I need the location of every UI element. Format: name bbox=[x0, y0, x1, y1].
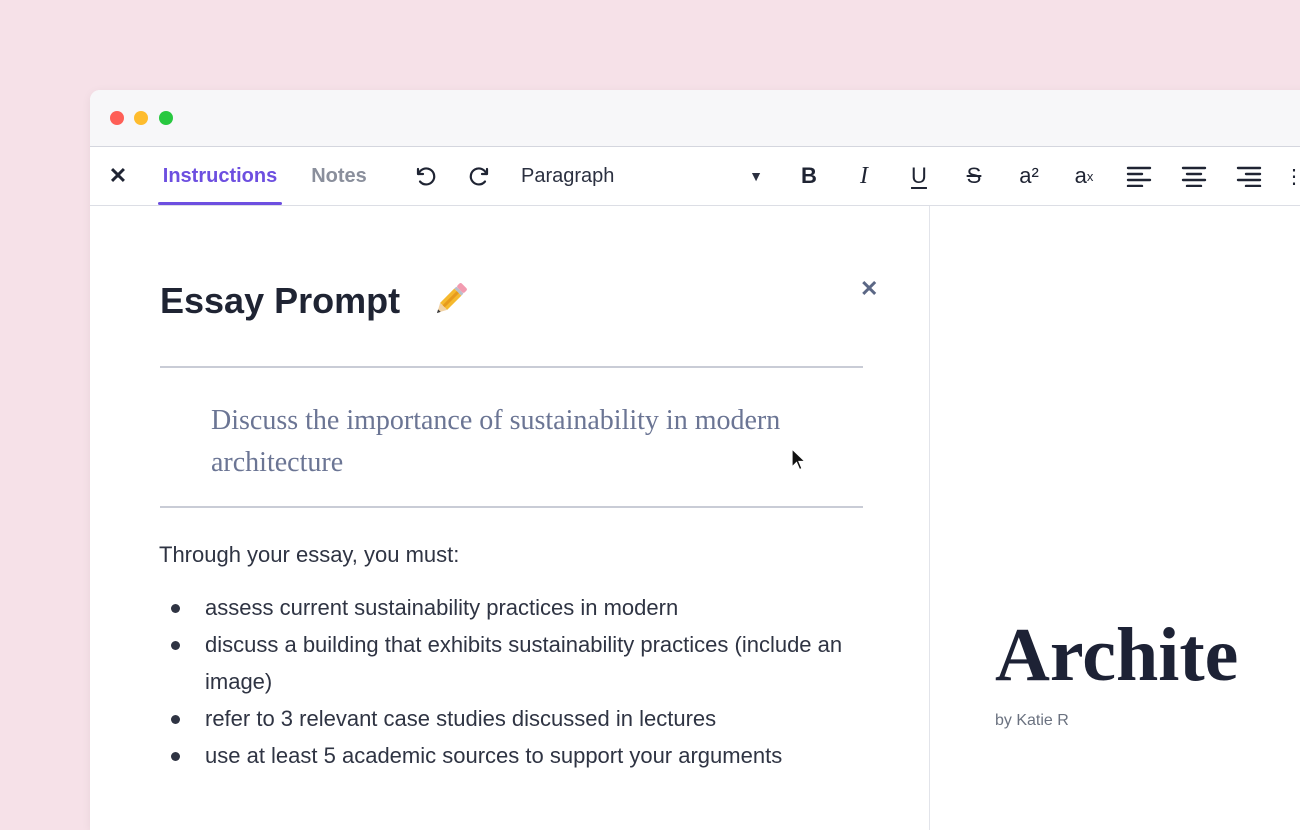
subscript-base: a bbox=[1074, 163, 1087, 188]
panel-title: Essay Prompt bbox=[160, 280, 401, 321]
title-bar bbox=[90, 90, 1300, 147]
strikethrough-button[interactable]: S bbox=[952, 147, 996, 205]
divider bbox=[160, 366, 863, 368]
subscript-button[interactable]: ax bbox=[1062, 147, 1106, 205]
list-item: assess current sustainability practices … bbox=[160, 589, 880, 626]
bullet-icon bbox=[171, 715, 180, 724]
align-center-icon bbox=[1181, 166, 1207, 187]
undo-button[interactable] bbox=[405, 147, 445, 205]
document-byline[interactable]: by Katie R bbox=[995, 712, 1069, 730]
bullet-icon bbox=[171, 641, 180, 650]
list-item-text: assess current sustainability practices … bbox=[205, 595, 679, 620]
numbered-list-icon: ⋮ bbox=[1284, 165, 1300, 188]
window-close-button[interactable] bbox=[110, 111, 124, 125]
block-style-select[interactable]: Paragraph ▼ bbox=[521, 147, 765, 205]
redo-icon bbox=[469, 167, 489, 186]
pencil-icon bbox=[436, 283, 467, 314]
bullet-icon bbox=[171, 604, 180, 613]
align-left-icon bbox=[1126, 166, 1152, 187]
list-item: refer to 3 relevant case studies discuss… bbox=[160, 700, 880, 737]
window-minimize-button[interactable] bbox=[134, 111, 148, 125]
align-right-icon bbox=[1236, 166, 1262, 187]
bold-button[interactable]: B bbox=[787, 147, 831, 205]
list-item-text: discuss a building that exhibits sustain… bbox=[205, 632, 843, 694]
bullet-icon bbox=[171, 752, 180, 761]
essay-prompt-text: Discuss the importance of sustainability… bbox=[211, 405, 781, 478]
list-item: discuss a building that exhibits sustain… bbox=[160, 626, 880, 700]
chevron-down-icon: ▼ bbox=[749, 168, 763, 184]
list-item: use at least 5 academic sources to suppo… bbox=[160, 737, 880, 774]
panel-divider bbox=[929, 206, 930, 830]
divider bbox=[160, 506, 863, 508]
redo-button[interactable] bbox=[460, 147, 500, 205]
align-left-button[interactable] bbox=[1117, 147, 1161, 205]
editor-window: ✕ Instructions Notes Paragraph ▼ B I U S… bbox=[90, 90, 1300, 830]
subscript-mark: x bbox=[1086, 168, 1094, 184]
numbered-list-button[interactable]: ⋮ bbox=[1284, 147, 1300, 205]
list-item-text: refer to 3 relevant case studies discuss… bbox=[205, 706, 717, 731]
undo-icon bbox=[416, 167, 436, 186]
superscript-button[interactable]: a² bbox=[1007, 147, 1051, 205]
align-right-button[interactable] bbox=[1227, 147, 1271, 205]
document-title[interactable]: Archite bbox=[995, 612, 1238, 699]
instructions-panel: Essay Prompt ✕ Discuss the importance of… bbox=[90, 206, 929, 830]
underline-button[interactable]: U bbox=[897, 147, 941, 205]
italic-button[interactable]: I bbox=[842, 147, 886, 205]
tab-instructions[interactable]: Instructions bbox=[158, 147, 282, 205]
close-sidebar-button[interactable]: ✕ bbox=[104, 147, 132, 205]
requirements-intro: Through your essay, you must: bbox=[159, 542, 460, 567]
editor-toolbar: ✕ Instructions Notes Paragraph ▼ B I U S… bbox=[90, 147, 1300, 206]
list-item-text: use at least 5 academic sources to suppo… bbox=[205, 743, 783, 768]
block-style-value: Paragraph bbox=[521, 164, 615, 187]
close-panel-button[interactable]: ✕ bbox=[860, 276, 878, 302]
align-center-button[interactable] bbox=[1172, 147, 1216, 205]
requirements-list: assess current sustainability practices … bbox=[160, 589, 880, 774]
mouse-cursor-icon bbox=[791, 448, 807, 471]
window-maximize-button[interactable] bbox=[159, 111, 173, 125]
tab-notes[interactable]: Notes bbox=[304, 147, 374, 205]
